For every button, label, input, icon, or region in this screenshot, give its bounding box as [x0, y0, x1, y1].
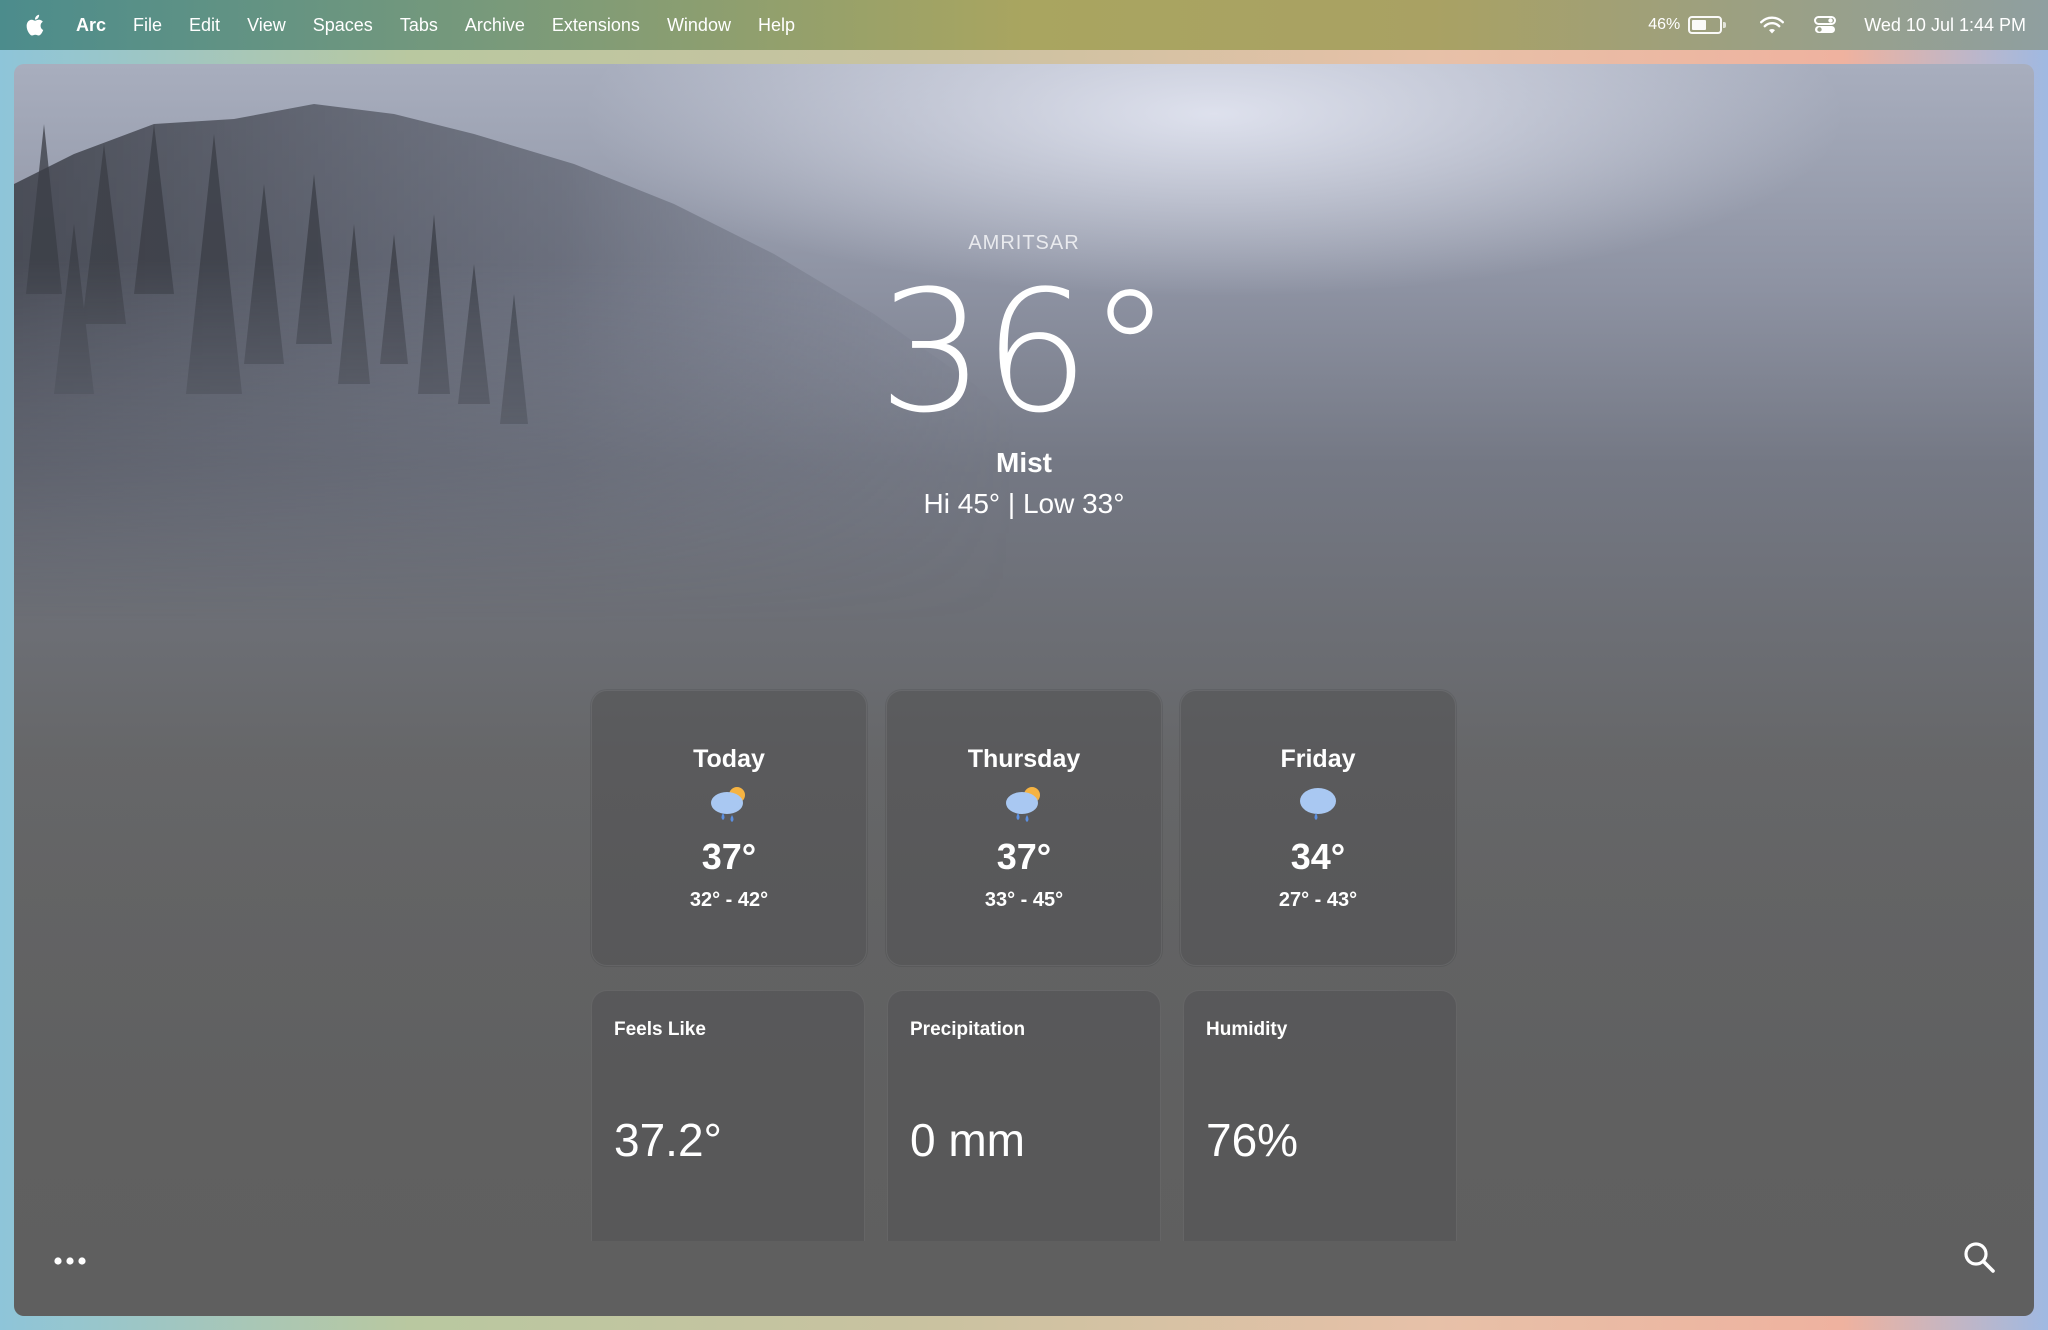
- stat-label: Feels Like: [614, 1019, 706, 1040]
- stat-label: Humidity: [1206, 1019, 1288, 1040]
- forecast-card-thursday[interactable]: Thursday 37° 33° - 45°: [886, 690, 1162, 966]
- stat-value: 76%: [1206, 1114, 1299, 1166]
- forecast-range: 33° - 45°: [984, 889, 1064, 911]
- menu-extensions[interactable]: Extensions: [552, 15, 640, 36]
- menu-tabs[interactable]: Tabs: [400, 15, 438, 36]
- forecast-temp: 34°: [1290, 836, 1346, 877]
- forecast-range: 32° - 42°: [689, 889, 769, 911]
- forecast-temp: 37°: [996, 836, 1052, 877]
- menu-clock[interactable]: Wed 10 Jul 1:44 PM: [1864, 15, 2026, 36]
- weather-condition: Mist: [996, 447, 1052, 478]
- wifi-icon[interactable]: [1760, 15, 1785, 35]
- more-dots-icon[interactable]: [52, 1254, 88, 1268]
- menu-edit[interactable]: Edit: [189, 15, 220, 36]
- partly-sunny-rain-icon: [711, 787, 745, 822]
- rain-cloud-icon: [1300, 788, 1336, 820]
- menu-file[interactable]: File: [133, 15, 162, 36]
- feels-like-card[interactable]: Feels Like 37.2°: [591, 990, 865, 1241]
- battery-nub: [1723, 22, 1727, 28]
- battery-percent: 46%: [1648, 16, 1681, 33]
- control-center-icon[interactable]: [1814, 15, 1837, 35]
- menu-app-name[interactable]: Arc: [76, 15, 106, 36]
- partly-sunny-rain-icon: [1006, 787, 1040, 822]
- forecast-day: Today: [693, 745, 765, 773]
- precipitation-card[interactable]: Precipitation 0 mm: [887, 990, 1161, 1241]
- battery-icon: [1688, 16, 1723, 34]
- stat-value: 37.2°: [614, 1114, 722, 1166]
- battery-status[interactable]: 46%: [1648, 16, 1727, 34]
- menu-archive[interactable]: Archive: [465, 15, 525, 36]
- forecast-card-today[interactable]: Today 37° 32° - 42°: [591, 690, 867, 966]
- battery-fill: [1692, 20, 1707, 30]
- high-low-temperature: Hi 45° | Low 33°: [923, 488, 1125, 519]
- forecast-day: Thursday: [967, 745, 1081, 773]
- current-temperature: 36°: [878, 254, 1172, 450]
- weather-window: AMRITSAR 36° Mist Hi 45° | Low 33° Today…: [14, 64, 2034, 1316]
- forecast-range: 27° - 43°: [1278, 889, 1358, 911]
- stat-value: 0 mm: [910, 1114, 1025, 1166]
- menu-spaces[interactable]: Spaces: [313, 15, 373, 36]
- search-icon[interactable]: [1962, 1240, 1996, 1274]
- menu-bar: Arc File Edit View Spaces Tabs Archive E…: [0, 0, 2048, 50]
- forecast-card-friday[interactable]: Friday 34° 27° - 43°: [1180, 690, 1456, 966]
- forecast-temp: 37°: [701, 836, 757, 877]
- humidity-card[interactable]: Humidity 76%: [1183, 990, 1457, 1241]
- menu-help[interactable]: Help: [758, 15, 795, 36]
- stat-label: Precipitation: [910, 1019, 1026, 1040]
- forecast-day: Friday: [1280, 745, 1356, 773]
- city-name: AMRITSAR: [968, 232, 1080, 254]
- menu-window[interactable]: Window: [667, 15, 731, 36]
- apple-icon[interactable]: [26, 14, 44, 36]
- menu-view[interactable]: View: [247, 15, 286, 36]
